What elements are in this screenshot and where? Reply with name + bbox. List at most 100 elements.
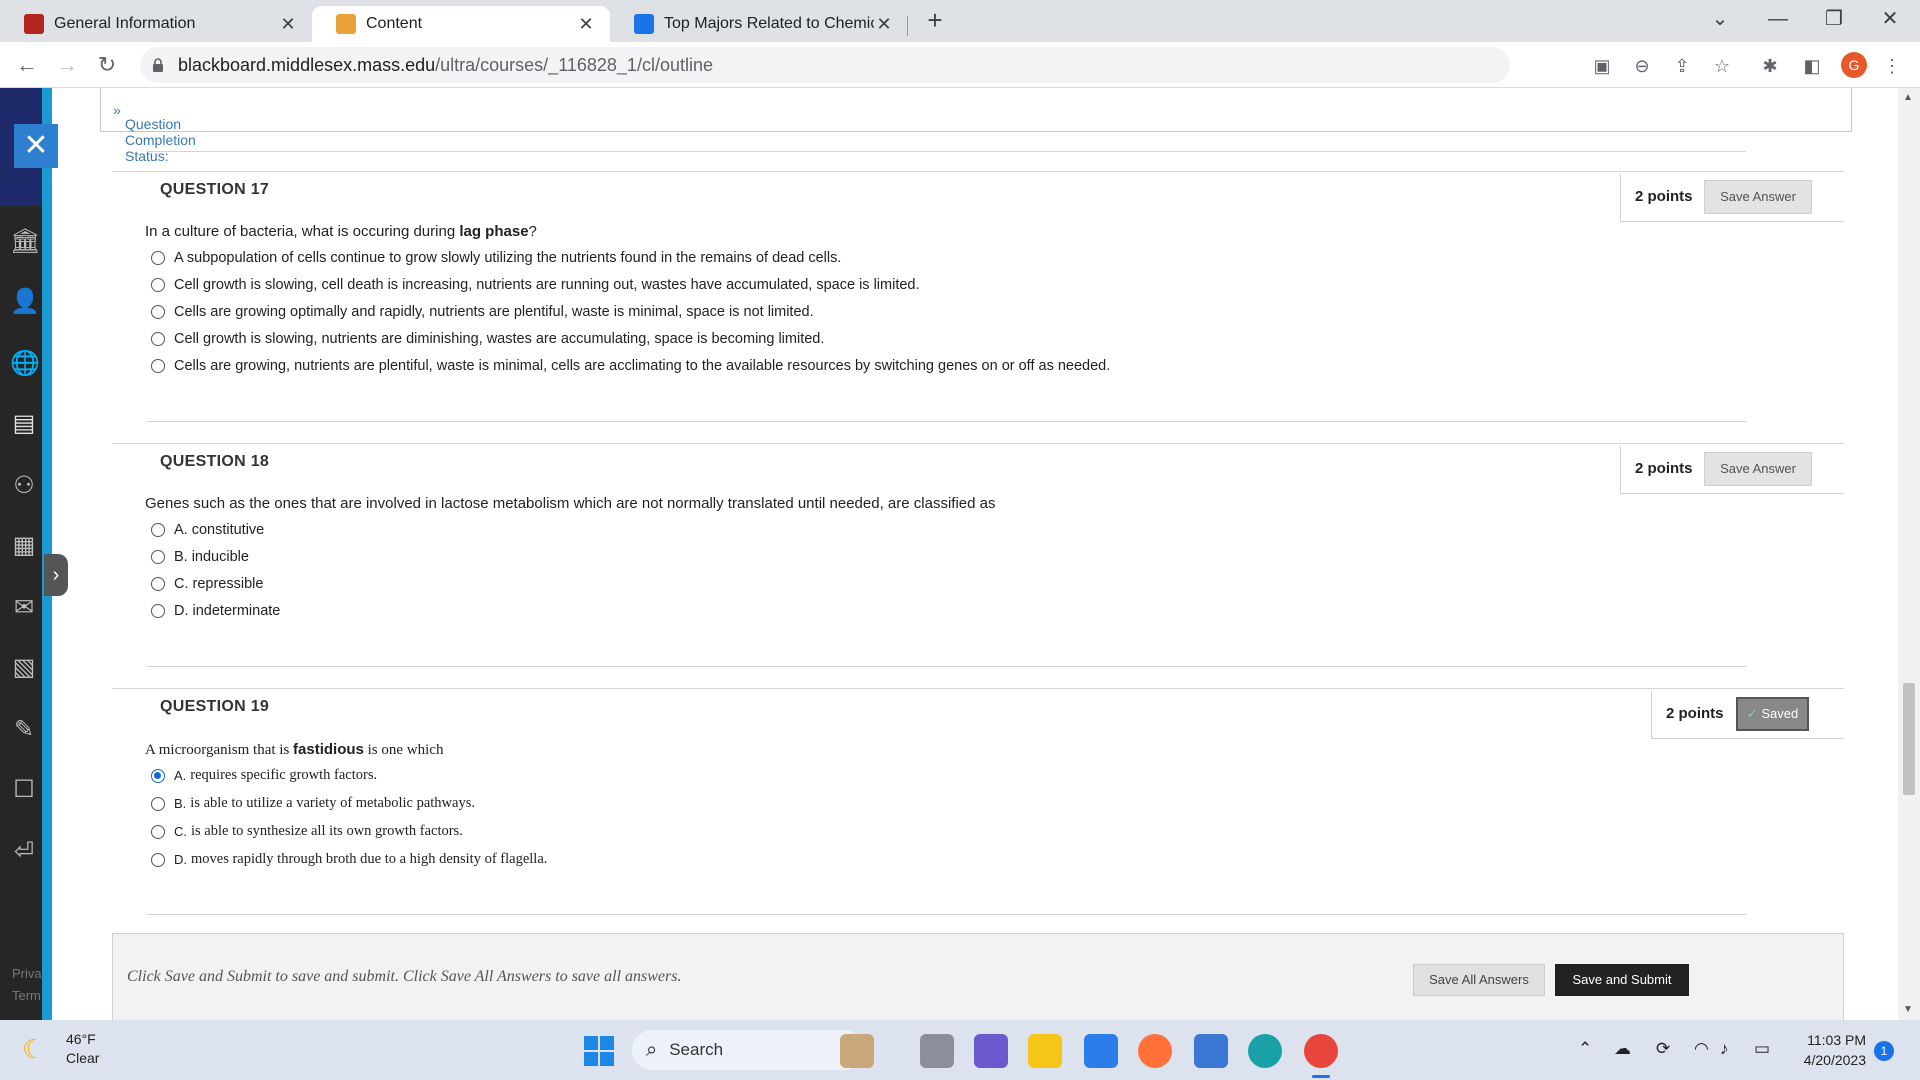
expand-nav-button[interactable]: › [44,554,68,596]
question-17-save-answer-button[interactable]: Save Answer [1704,180,1812,214]
radio-button[interactable] [151,577,165,591]
signout-icon[interactable]: ⏎ [10,838,38,866]
radio-button[interactable] [151,332,165,346]
submit-instructions: Click Save and Submit to save and submit… [127,968,682,985]
reload-icon[interactable]: ↻ [92,50,122,80]
question-19-option[interactable]: A. requires specific growth factors. [151,767,377,784]
notification-badge[interactable]: 1 [1874,1041,1894,1061]
restore-button[interactable]: ❐ [1814,4,1854,34]
question-18-title: QUESTION 18 [160,453,270,470]
share-icon[interactable]: ⇪ [1670,54,1694,78]
question-19-option[interactable]: B. is able to utilize a variety of metabo… [151,795,475,812]
question-17-option[interactable]: Cell growth is slowing, nutrients are di… [151,331,824,347]
page-scrollbar[interactable]: ▲ ▼ [1898,88,1920,1020]
search-highlight-icon[interactable] [840,1034,874,1068]
question-17-option[interactable]: Cells are growing, nutrients are plentif… [151,358,1110,374]
radio-button[interactable] [151,251,165,265]
question-17-text-part: ? [528,223,537,240]
file-explorer-icon[interactable] [1028,1034,1062,1068]
tab-content[interactable]: Content ✕ [312,6,610,42]
save-all-answers-button[interactable]: Save All Answers [1413,964,1545,996]
close-tab-icon[interactable]: ✕ [874,14,894,35]
profile-icon[interactable]: 👤 [10,288,40,316]
terms-link[interactable]: Term [12,988,41,1003]
question-19-option[interactable]: D. moves rapidly through broth due to a h… [151,851,547,868]
teams-chat-icon[interactable] [974,1034,1008,1068]
weather-widget[interactable]: ☾ 46°F Clear [22,1030,99,1068]
windows-start-icon[interactable] [584,1036,614,1066]
show-hidden-icons-icon[interactable]: ⌃ [1578,1039,1592,1059]
forward-icon[interactable]: → [52,50,82,80]
chrome-icon[interactable] [1304,1034,1338,1078]
question-18-option[interactable]: A. constitutive [151,522,264,538]
tab-general-information[interactable]: General Information ✕ [0,6,312,42]
sync-icon[interactable]: ⟳ [1656,1039,1670,1059]
firefox-icon[interactable] [1138,1034,1172,1068]
close-tab-icon[interactable]: ✕ [278,14,298,35]
radio-button[interactable] [151,604,165,618]
question-18-option[interactable]: C. repressible [151,576,263,592]
question-completion-status[interactable]: » Question Completion Status: [100,88,1852,164]
institution-icon[interactable]: 🏛 [10,228,40,256]
tab-title: General Information [54,15,196,32]
question-17-option[interactable]: Cells are growing optimally and rapidly,… [151,304,814,320]
messages-icon[interactable]: ✉ [10,594,38,622]
radio-button[interactable] [151,523,165,537]
system-clock[interactable]: 11:03 PM 4/20/2023 [1790,1030,1866,1070]
extensions-icon[interactable]: ✱ [1758,54,1782,78]
question-19-option[interactable]: C. is able to synthesize all its own grow… [151,823,463,840]
scroll-up-arrow-icon[interactable]: ▲ [1903,92,1913,103]
scrollbar-thumb[interactable] [1903,683,1915,795]
onedrive-icon[interactable]: ☁ [1614,1039,1631,1059]
question-18-option[interactable]: B. inducible [151,549,249,565]
calendar-icon[interactable]: ▦ [10,532,38,560]
radio-button[interactable] [151,796,165,811]
volume-icon[interactable]: ♪ [1720,1039,1729,1059]
radio-button[interactable] [151,824,165,839]
edge-icon[interactable] [1248,1034,1282,1068]
radio-button[interactable] [151,852,165,867]
close-tab-icon[interactable]: ✕ [576,14,596,35]
taskbar-search[interactable]: ⌕ Search [632,1030,864,1070]
close-panel-button[interactable]: ✕ [14,124,58,168]
question-18-option[interactable]: D. indeterminate [151,603,280,619]
close-window-button[interactable]: ✕ [1870,4,1910,34]
address-bar[interactable]: blackboard.middlesex.mass.edu/ultra/cour… [140,47,1510,83]
status-label[interactable]: » Question Completion Status: [113,102,196,164]
microsoft-store-icon[interactable] [1194,1034,1228,1068]
question-19-saved-badge[interactable]: ✓ Saved [1736,697,1809,731]
question-18-save-answer-button[interactable]: Save Answer [1704,452,1812,486]
question-17-option[interactable]: Cell growth is slowing, cell death is in… [151,277,920,293]
tab-top-majors[interactable]: Top Majors Related to Chemical E ✕ [610,6,908,42]
bookmark-star-icon[interactable]: ☆ [1710,54,1734,78]
save-and-submit-button[interactable]: Save and Submit [1555,964,1689,996]
radio-button[interactable] [151,278,165,292]
question-17-option[interactable]: A subpopulation of cells continue to gro… [151,250,841,266]
courses-icon[interactable]: ▤ [10,410,38,438]
menu-kebab-icon[interactable]: ⋮ [1880,54,1904,78]
mail-icon[interactable] [1084,1034,1118,1068]
groups-icon[interactable]: ⚇ [10,472,38,500]
zoom-icon[interactable]: ⊖ [1630,54,1654,78]
task-view-icon[interactable] [920,1034,954,1068]
tools-icon[interactable]: ✎ [10,716,38,744]
profile-avatar[interactable]: G [1841,52,1867,78]
back-icon[interactable]: ← [12,50,42,80]
privacy-link[interactable]: Priva [12,966,42,981]
battery-icon[interactable]: ▭ [1754,1039,1770,1059]
radio-button-selected[interactable] [151,768,165,783]
side-panel-icon[interactable]: ◧ [1800,54,1824,78]
tab-search-icon[interactable]: ⌄ [1700,4,1740,34]
cast-blocked-icon[interactable]: ▣ [1590,54,1614,78]
edit-icon[interactable]: ☐ [10,776,38,804]
new-tab-button[interactable]: + [920,6,950,36]
globe-icon[interactable]: 🌐 [10,350,40,378]
scroll-down-arrow-icon[interactable]: ▼ [1903,1004,1913,1015]
radio-button[interactable] [151,550,165,564]
radio-button[interactable] [151,359,165,373]
weather-condition: Clear [66,1050,100,1066]
wifi-icon[interactable]: ◠ [1694,1039,1709,1059]
grades-icon[interactable]: ▧ [10,654,38,682]
minimize-button[interactable]: — [1758,4,1798,34]
radio-button[interactable] [151,305,165,319]
